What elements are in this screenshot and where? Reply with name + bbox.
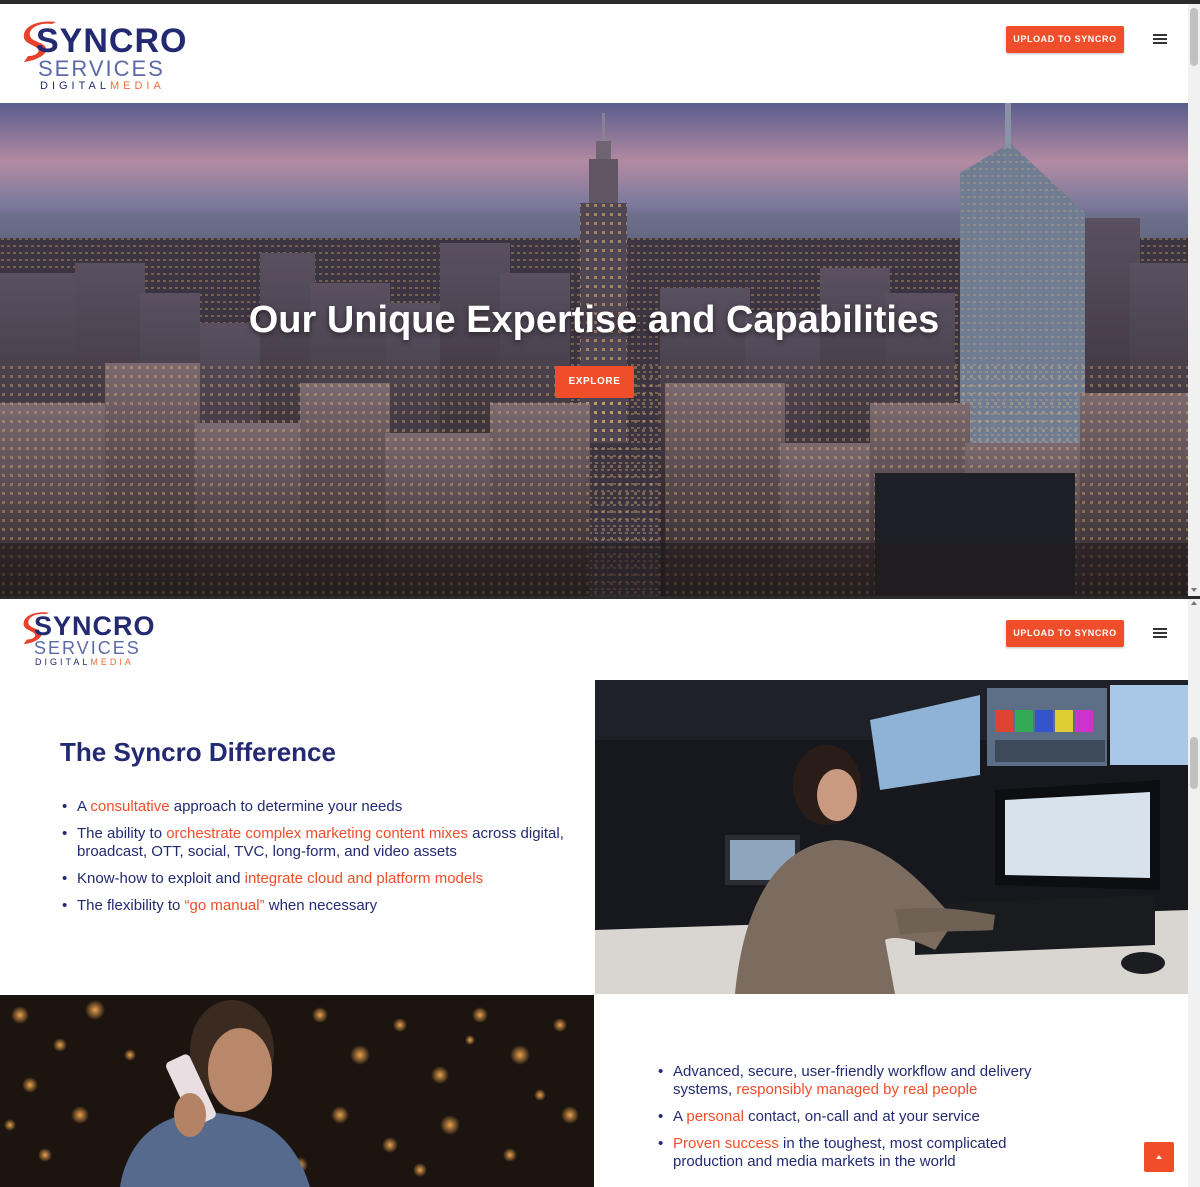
site-header-sticky: SYNCRO SERVICES DIGITALMEDIA UPLOAD TO S… — [0, 599, 1188, 679]
advantages-list: Advanced, secure, user-friendly workflow… — [656, 1063, 1076, 1171]
scroll-up-arrow-icon[interactable] — [1191, 601, 1197, 605]
syncro-logo[interactable]: SYNCRO SERVICES DIGITALMEDIA — [22, 20, 186, 95]
control-room-photo — [595, 680, 1188, 994]
list-item: Advanced, secure, user-friendly workflow… — [656, 1063, 1076, 1099]
list-item: Proven success in the toughest, most com… — [656, 1135, 1076, 1171]
back-to-top-button[interactable] — [1144, 1142, 1174, 1172]
city-skyline-image — [0, 103, 1188, 596]
chevron-up-icon — [1156, 1155, 1162, 1159]
logo-tagline: DIGITALMEDIA — [40, 80, 165, 92]
difference-list: A consultative approach to determine you… — [60, 798, 580, 915]
hero-banner: Our Unique Expertise and Capabilities EX… — [0, 103, 1188, 596]
list-item: Know-how to exploit and integrate cloud … — [60, 870, 580, 888]
scrollbar[interactable] — [1188, 4, 1200, 596]
logo-services-text: SERVICES — [38, 56, 165, 81]
advantages-section: Advanced, secure, user-friendly workflow… — [656, 1063, 1076, 1180]
list-item: The flexibility to “go manual” when nece… — [60, 897, 580, 915]
businessman-phone-photo — [0, 995, 594, 1187]
list-item: A consultative approach to determine you… — [60, 798, 580, 816]
hero-title: Our Unique Expertise and Capabilities — [248, 299, 940, 341]
scroll-down-arrow-icon[interactable] — [1191, 588, 1197, 592]
site-header: SYNCRO SERVICES DIGITALMEDIA UPLOAD TO S… — [0, 4, 1188, 103]
logo-services-text: SERVICES — [34, 638, 141, 658]
upload-to-syncro-button[interactable]: UPLOAD TO SYNCRO — [1006, 26, 1124, 53]
logo-tagline: DIGITALMEDIA — [35, 657, 134, 667]
syncro-difference-section: The Syncro Difference A consultative app… — [60, 737, 580, 924]
section-title: The Syncro Difference — [60, 737, 336, 767]
hamburger-menu-icon[interactable] — [1153, 628, 1167, 638]
scrollbar[interactable] — [1188, 599, 1200, 1187]
scrollbar-thumb[interactable] — [1190, 8, 1198, 66]
explore-button[interactable]: EXPLORE — [555, 366, 634, 398]
scrollbar-thumb[interactable] — [1190, 737, 1198, 789]
syncro-logo[interactable]: SYNCRO SERVICES DIGITALMEDIA — [22, 611, 155, 671]
upload-to-syncro-button[interactable]: UPLOAD TO SYNCRO — [1006, 620, 1124, 647]
list-item: A personal contact, on-call and at your … — [656, 1108, 1076, 1126]
list-item: The ability to orchestrate complex marke… — [60, 825, 580, 861]
hamburger-menu-icon[interactable] — [1153, 34, 1167, 44]
